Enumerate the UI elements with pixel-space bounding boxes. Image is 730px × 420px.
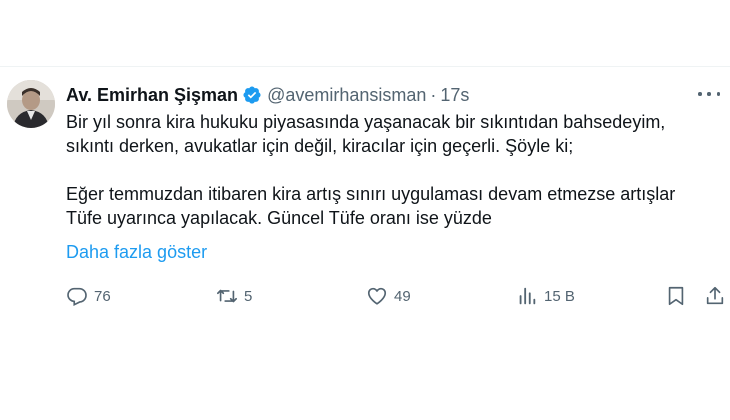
reply-icon [67,287,87,307]
handle[interactable]: @avemirhansisman [267,85,426,106]
like-count: 49 [394,287,411,305]
views-button[interactable]: 15 B [516,284,575,308]
retweet-icon [217,289,237,303]
separator-dot: · [430,84,437,105]
retweet-count: 5 [244,287,253,305]
share-icon [706,286,724,305]
text-line: Tüfe uyarınca yapılacak. Güncel Tüfe ora… [66,208,492,228]
avatar[interactable] [7,80,55,128]
bookmark-button[interactable] [665,284,687,308]
views-count: 15 B [544,287,575,305]
share-button[interactable] [704,284,726,308]
reply-button[interactable]: 76 [66,284,111,308]
text-line: Eğer temmuzdan itibaren kira artış sınır… [66,184,676,204]
tweet-header: Av. Emirhan Şişman @avemirhansisman · 17… [66,83,469,107]
like-button[interactable]: 49 [366,284,411,308]
views-icon [519,287,536,305]
bookmark-icon [668,286,684,306]
action-bar: 76 5 49 15 B [66,284,726,308]
reply-count: 76 [94,287,111,305]
timestamp[interactable]: 17s [440,85,469,106]
verified-badge-icon [242,85,262,105]
heart-icon [367,287,387,305]
text-line: sıkıntı derken, avukatlar için değil, ki… [66,136,574,156]
divider [0,66,730,67]
tweet[interactable]: Av. Emirhan Şişman @avemirhansisman · 17… [0,0,730,420]
show-more-link[interactable]: Daha fazla göster [66,242,207,263]
more-icon[interactable] [698,84,720,104]
display-name[interactable]: Av. Emirhan Şişman [66,85,238,106]
retweet-button[interactable]: 5 [216,284,252,308]
tweet-text: Bir yıl sonra kira hukuku piyasasında ya… [66,110,726,230]
text-line: Bir yıl sonra kira hukuku piyasasında ya… [66,112,666,132]
